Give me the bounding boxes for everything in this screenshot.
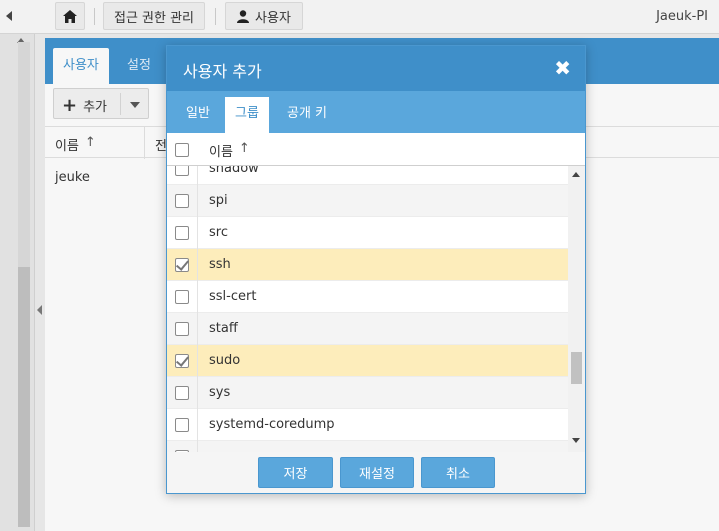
group-row[interactable]: sys xyxy=(167,377,568,409)
dialog-title: 사용자 추가 xyxy=(183,62,262,81)
group-row[interactable]: ssh xyxy=(167,249,568,281)
sidebar-scroll-thumb[interactable] xyxy=(18,267,30,527)
group-checkbox-cell xyxy=(167,409,198,441)
reset-button[interactable]: 재설정 xyxy=(340,457,414,488)
group-checkbox[interactable] xyxy=(175,226,189,240)
group-checkbox-cell xyxy=(167,249,198,281)
dialog-footer: 저장 재설정 취소 xyxy=(167,452,585,493)
group-row[interactable]: staff xyxy=(167,313,568,345)
user-icon xyxy=(237,9,250,23)
chevron-down-icon[interactable] xyxy=(130,102,140,108)
group-checkbox-cell xyxy=(167,313,198,345)
scroll-up-icon[interactable] xyxy=(572,172,580,177)
sort-ascending-icon: ↑ xyxy=(238,141,250,156)
sidebar-scrollbar[interactable] xyxy=(18,42,30,527)
dialog-tab-bar: 일반 그룹 공개 키 xyxy=(167,91,585,133)
group-name: shadow xyxy=(209,166,259,176)
expand-sidebar-icon[interactable] xyxy=(37,305,42,315)
group-row[interactable]: ssl-cert xyxy=(167,281,568,313)
group-checkbox[interactable] xyxy=(175,418,189,432)
sort-ascending-icon: ↑ xyxy=(84,135,96,150)
dialog-header: 사용자 추가 ✖ xyxy=(167,46,585,91)
plus-icon: + xyxy=(62,94,78,116)
select-all-checkbox[interactable] xyxy=(175,143,189,157)
top-bar: 접근 권한 관리 사용자 Jaeuk-PI xyxy=(0,0,719,34)
users-label: 사용자 xyxy=(255,10,291,26)
group-name: sudo xyxy=(209,353,241,368)
add-label: 추가 xyxy=(83,100,108,115)
group-checkbox[interactable] xyxy=(175,354,189,368)
group-name: ssl-cert xyxy=(209,289,257,304)
left-sidebar-collapsed xyxy=(0,34,35,531)
group-name: sys xyxy=(209,385,231,400)
group-row[interactable]: shadow xyxy=(167,166,568,185)
home-icon xyxy=(63,9,77,23)
column-divider xyxy=(144,127,145,159)
toolbar-divider xyxy=(94,8,95,25)
group-checkbox[interactable] xyxy=(175,166,189,176)
group-checkbox[interactable] xyxy=(175,386,189,400)
group-row[interactable]: sudo xyxy=(167,345,568,377)
group-checkbox-cell xyxy=(167,441,198,452)
column-name-label: 이름 xyxy=(55,139,79,154)
group-list-header: 이름 ↑ xyxy=(167,133,585,166)
group-row[interactable] xyxy=(167,441,568,452)
group-checkbox-cell xyxy=(167,281,198,313)
tab-general[interactable]: 일반 xyxy=(176,97,220,133)
scroll-thumb[interactable] xyxy=(571,352,582,384)
group-name: staff xyxy=(209,321,238,336)
group-name: src xyxy=(209,225,228,240)
add-user-dialog: 사용자 추가 ✖ 일반 그룹 공개 키 이름 ↑ shadow spi src ssh… xyxy=(166,45,586,494)
tab-groups[interactable]: 그룹 xyxy=(225,97,269,133)
tab-public-keys[interactable]: 공개 키 xyxy=(277,97,337,133)
group-checkbox[interactable] xyxy=(175,290,189,304)
group-row[interactable]: src xyxy=(167,217,568,249)
toolbar-divider xyxy=(215,8,216,25)
account-name[interactable]: Jaeuk-PI xyxy=(656,9,708,24)
group-name: ssh xyxy=(209,257,231,272)
close-icon[interactable]: ✖ xyxy=(554,56,571,80)
group-row[interactable]: systemd-coredump xyxy=(167,409,568,441)
group-name: systemd-coredump xyxy=(209,417,335,432)
add-user-button[interactable]: + 추가 xyxy=(53,88,149,119)
permission-management-button[interactable]: 접근 권한 관리 xyxy=(103,2,205,30)
cancel-button[interactable]: 취소 xyxy=(421,457,495,488)
tab-settings[interactable]: 설정 xyxy=(117,48,161,84)
group-name-header-label: 이름 xyxy=(209,145,233,160)
group-checkbox-cell xyxy=(167,345,198,377)
add-button-divider xyxy=(120,93,121,115)
group-checkbox[interactable] xyxy=(175,258,189,272)
home-button[interactable] xyxy=(55,2,85,30)
group-list: shadow spi src ssh ssl-cert staff sudo sys syste… xyxy=(167,166,568,452)
column-header-name[interactable]: 이름 ↑ xyxy=(209,141,250,160)
group-checkbox-cell xyxy=(167,377,198,409)
group-checkbox-cell xyxy=(167,185,198,217)
group-checkbox[interactable] xyxy=(175,194,189,208)
group-checkbox-cell xyxy=(167,166,198,185)
tab-users[interactable]: 사용자 xyxy=(53,48,109,84)
group-checkbox[interactable] xyxy=(175,322,189,336)
group-list-scrollbar[interactable] xyxy=(568,166,585,452)
permission-management-label: 접근 권한 관리 xyxy=(113,10,195,26)
scroll-down-icon[interactable] xyxy=(572,438,580,443)
collapse-left-icon[interactable] xyxy=(6,11,12,21)
group-checkbox-cell xyxy=(167,217,198,249)
users-button[interactable]: 사용자 xyxy=(225,2,303,30)
group-row[interactable]: spi xyxy=(167,185,568,217)
user-row-name[interactable]: jeuke xyxy=(55,170,90,185)
group-name: spi xyxy=(209,193,228,208)
save-button[interactable]: 저장 xyxy=(258,457,333,488)
column-header-name[interactable]: 이름 ↑ xyxy=(55,135,96,154)
